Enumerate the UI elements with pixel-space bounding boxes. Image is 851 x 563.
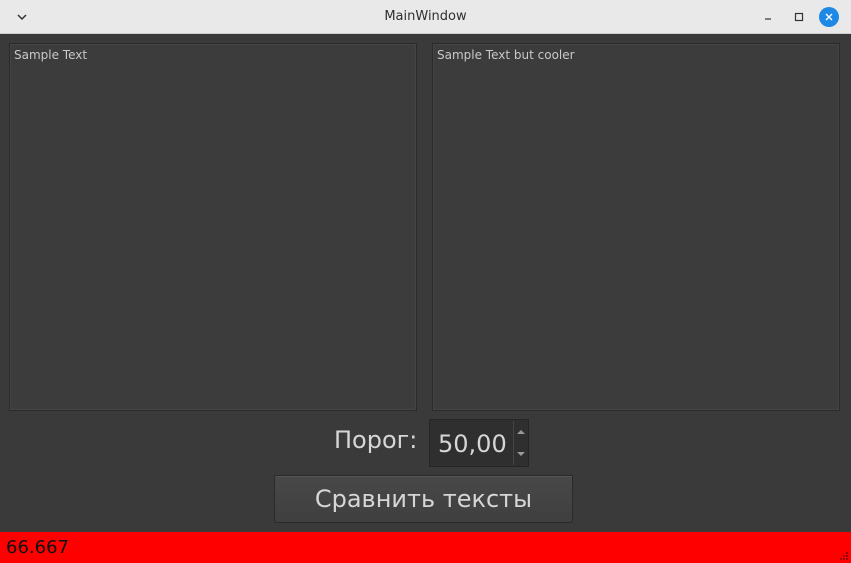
right-text-edit[interactable]: Sample Text but cooler: [432, 43, 840, 411]
similarity-value: 66.667: [6, 537, 69, 558]
spin-arrows: [513, 421, 527, 465]
main-content: Sample Text Sample Text but cooler Порог…: [0, 34, 851, 563]
arrow-up-icon: [516, 430, 525, 434]
threshold-value[interactable]: 50,00: [438, 430, 507, 458]
spin-down-button[interactable]: [514, 443, 527, 465]
arrow-down-icon: [516, 452, 525, 456]
compare-texts-button[interactable]: Сравнить тексты: [274, 475, 573, 523]
threshold-label: Порог:: [334, 426, 418, 454]
minimize-button[interactable]: [757, 6, 779, 28]
close-button[interactable]: [819, 7, 839, 27]
size-grip-icon[interactable]: [837, 549, 849, 561]
maximize-button[interactable]: [788, 6, 810, 28]
close-icon: [825, 13, 833, 21]
left-text-edit[interactable]: Sample Text: [9, 43, 417, 411]
minimize-icon: [765, 18, 771, 20]
window-title: MainWindow: [384, 9, 467, 24]
status-bar: 66.667: [0, 532, 851, 563]
title-bar: MainWindow: [0, 0, 851, 34]
maximize-icon: [794, 12, 804, 22]
threshold-spinbox[interactable]: 50,00: [429, 419, 529, 467]
spin-up-button[interactable]: [514, 421, 527, 443]
